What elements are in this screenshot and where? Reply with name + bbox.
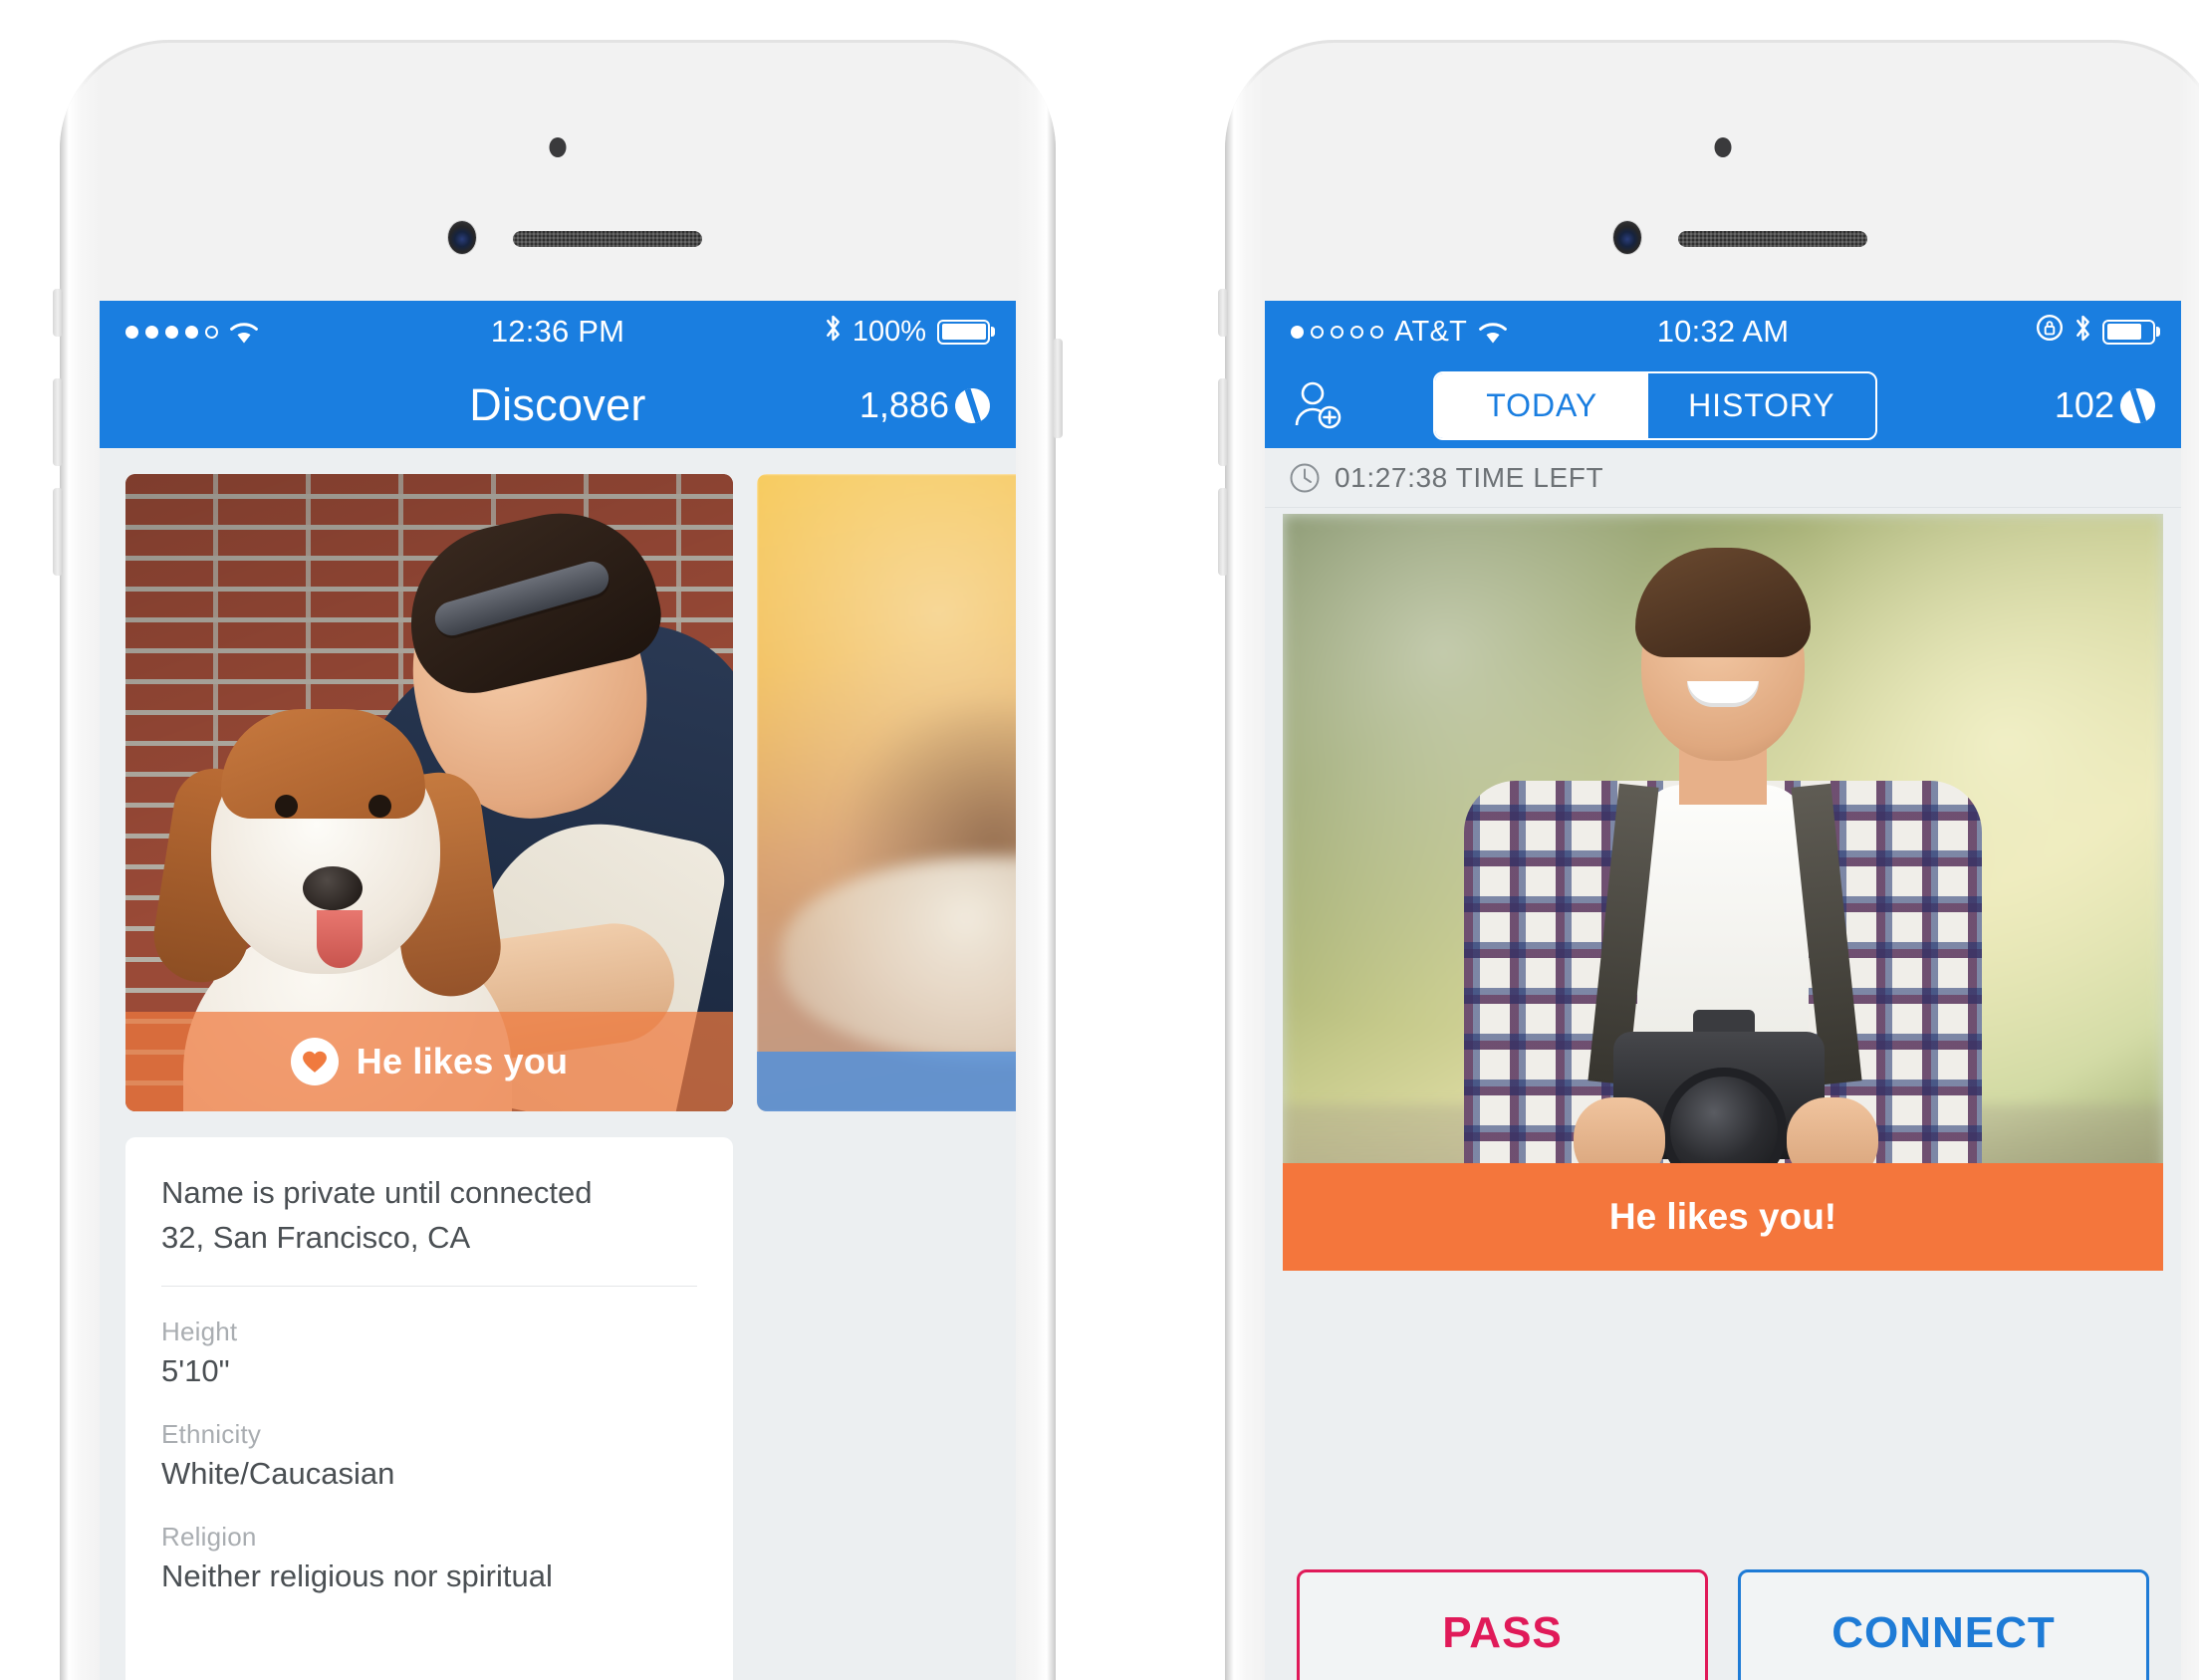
battery-icon bbox=[2102, 319, 2155, 345]
discover-card-current[interactable]: He likes you bbox=[125, 474, 733, 1111]
earpiece-speaker bbox=[513, 231, 702, 247]
field-value: Neither religious nor spiritual bbox=[161, 1559, 553, 1594]
discover-card-next[interactable] bbox=[757, 474, 1016, 1111]
field-value: 5'10" bbox=[161, 1353, 230, 1389]
profile-field-religion: Religion Neither religious nor spiritual bbox=[161, 1522, 697, 1594]
like-banner-text: He likes you bbox=[356, 1041, 569, 1081]
time-left-text: 01:27:38 TIME LEFT bbox=[1335, 461, 1604, 493]
coffee-bean-icon bbox=[950, 382, 995, 428]
nav-bar-left: Discover 1,886 bbox=[100, 362, 1016, 448]
phone-screen-right: AT&T 10:32 AM TODAY HISTORY 102 01:27:38… bbox=[1265, 301, 2181, 1680]
proximity-sensor-icon bbox=[1714, 137, 1732, 157]
clock-icon bbox=[1289, 462, 1321, 494]
front-camera-icon bbox=[448, 221, 476, 254]
signal-strength-icon bbox=[125, 325, 218, 339]
status-right-group bbox=[2036, 314, 2155, 351]
today-match-area: He likes you! PASS CONNECT bbox=[1265, 508, 2181, 1680]
like-banner: He likes you bbox=[125, 1012, 733, 1111]
status-left-group bbox=[125, 320, 259, 344]
silence-switch[interactable] bbox=[53, 289, 63, 337]
profile-field-height: Height 5'10" bbox=[161, 1317, 697, 1389]
status-right-group: 100% bbox=[825, 314, 990, 351]
field-label: Height bbox=[161, 1317, 238, 1347]
battery-icon bbox=[937, 319, 990, 345]
phone-screen-left: 12:36 PM 100% Discover 1,886 He likes yo… bbox=[100, 301, 1016, 1680]
match-action-bar: PASS CONNECT bbox=[1265, 1534, 2181, 1680]
screenshot-stage: 12:36 PM 100% Discover 1,886 He likes yo… bbox=[0, 0, 2199, 1680]
volume-down-button[interactable] bbox=[53, 488, 63, 576]
bean-balance[interactable]: 102 bbox=[2054, 382, 2160, 428]
carrier-label: AT&T bbox=[1394, 315, 1468, 348]
volume-down-button[interactable] bbox=[1218, 488, 1228, 576]
bluetooth-icon bbox=[2075, 314, 2091, 351]
signal-strength-icon bbox=[1291, 325, 1383, 339]
field-label: Religion bbox=[161, 1522, 257, 1553]
bean-count-label: 102 bbox=[2054, 384, 2114, 425]
battery-percentage: 100% bbox=[852, 315, 926, 348]
profile-photo-next bbox=[757, 474, 1016, 1111]
power-button[interactable] bbox=[1053, 339, 1063, 438]
coffee-bean-icon bbox=[2115, 382, 2160, 428]
details-divider bbox=[161, 1286, 697, 1288]
today-history-segmented-control[interactable]: TODAY HISTORY bbox=[1433, 370, 1877, 440]
rotation-lock-icon bbox=[2036, 314, 2064, 350]
time-left-bar: 01:27:38 TIME LEFT bbox=[1265, 448, 2181, 508]
bluetooth-icon bbox=[825, 314, 842, 351]
tab-history[interactable]: HISTORY bbox=[1648, 373, 1874, 438]
status-left-group: AT&T bbox=[1291, 316, 1508, 349]
discover-card-area: He likes you Name is private until conne… bbox=[100, 448, 1016, 1680]
connect-button[interactable]: CONNECT bbox=[1738, 1569, 2149, 1680]
bean-balance[interactable]: 1,886 bbox=[858, 382, 995, 428]
bean-count-label: 1,886 bbox=[858, 384, 949, 425]
match-photo-card[interactable]: He likes you! bbox=[1283, 514, 2163, 1271]
volume-up-button[interactable] bbox=[1218, 378, 1228, 466]
pass-button[interactable]: PASS bbox=[1297, 1569, 1708, 1680]
phone-device-left: 12:36 PM 100% Discover 1,886 He likes yo… bbox=[53, 40, 1063, 1680]
profile-name-private-label: Name is private until connected bbox=[161, 1175, 593, 1210]
heart-icon bbox=[290, 1038, 339, 1085]
profile-age-location: 32, San Francisco, CA bbox=[161, 1219, 471, 1255]
wifi-icon bbox=[1478, 320, 1508, 344]
wifi-icon bbox=[229, 320, 259, 344]
tab-today[interactable]: TODAY bbox=[1435, 372, 1649, 438]
proximity-sensor-icon bbox=[549, 137, 567, 157]
like-banner-text: He likes you! bbox=[1608, 1196, 1837, 1237]
status-bar-left: 12:36 PM 100% bbox=[100, 301, 1016, 362]
silence-switch[interactable] bbox=[1218, 289, 1228, 337]
earpiece-speaker bbox=[1678, 231, 1867, 247]
like-banner: He likes you! bbox=[1283, 1163, 2163, 1271]
add-person-icon[interactable] bbox=[1291, 378, 1344, 432]
volume-up-button[interactable] bbox=[53, 378, 63, 466]
status-bar-right: AT&T 10:32 AM bbox=[1265, 301, 2181, 362]
profile-field-ethnicity: Ethnicity White/Caucasian bbox=[161, 1419, 697, 1492]
nav-bar-right: TODAY HISTORY 102 bbox=[1265, 362, 2181, 448]
profile-details-panel: Name is private until connected 32, San … bbox=[125, 1137, 733, 1680]
like-banner-next bbox=[757, 1052, 1016, 1111]
front-camera-icon bbox=[1613, 221, 1641, 254]
field-label: Ethnicity bbox=[161, 1419, 262, 1450]
field-value: White/Caucasian bbox=[161, 1456, 395, 1492]
phone-device-right: AT&T 10:32 AM TODAY HISTORY 102 01:27:38… bbox=[1218, 40, 2199, 1680]
